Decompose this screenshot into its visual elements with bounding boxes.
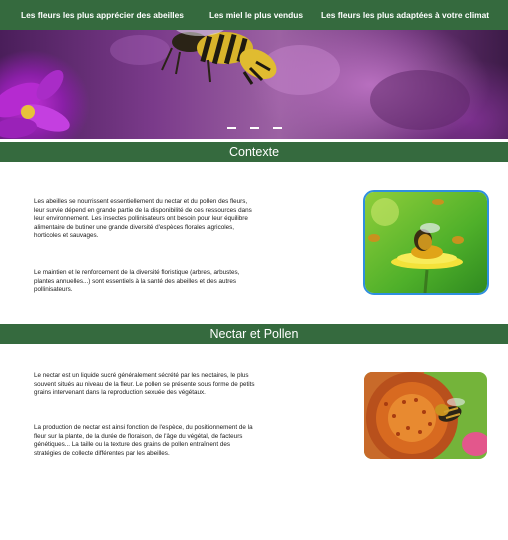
slide-indicator-2[interactable] [250,127,259,129]
nav-link-best-selling-honey[interactable]: Les miel le plus vendus [209,10,303,20]
nav-link-flowers-favorites[interactable]: Les fleurs les plus apprécier des abeill… [21,10,184,20]
slide-indicator-1[interactable] [227,127,236,129]
slide-indicator-3[interactable] [273,127,282,129]
nav-link-climate-flowers[interactable]: Les fleurs les plus adaptées à votre cli… [321,10,489,20]
contexte-paragraph-2: Le maintien et le renforcement de la div… [34,269,240,294]
nectar-paragraph-1: Le nectar est un liquide sucré généralem… [34,372,255,397]
bees-on-flower-photo [363,190,489,295]
top-navigation: Les fleurs les plus apprécier des abeill… [0,0,508,30]
contexte-paragraph-1: Les abeilles se nourrissent essentiellem… [34,198,252,240]
bee-on-coneflower-photo [364,372,487,459]
nectar-paragraph-2: La production de nectar est ainsi foncti… [34,424,253,457]
hero-banner [0,30,508,139]
bee-photo [0,30,470,139]
section-title-nectar-pollen: Nectar et Pollen [0,324,508,344]
section-title-contexte: Contexte [0,142,508,162]
